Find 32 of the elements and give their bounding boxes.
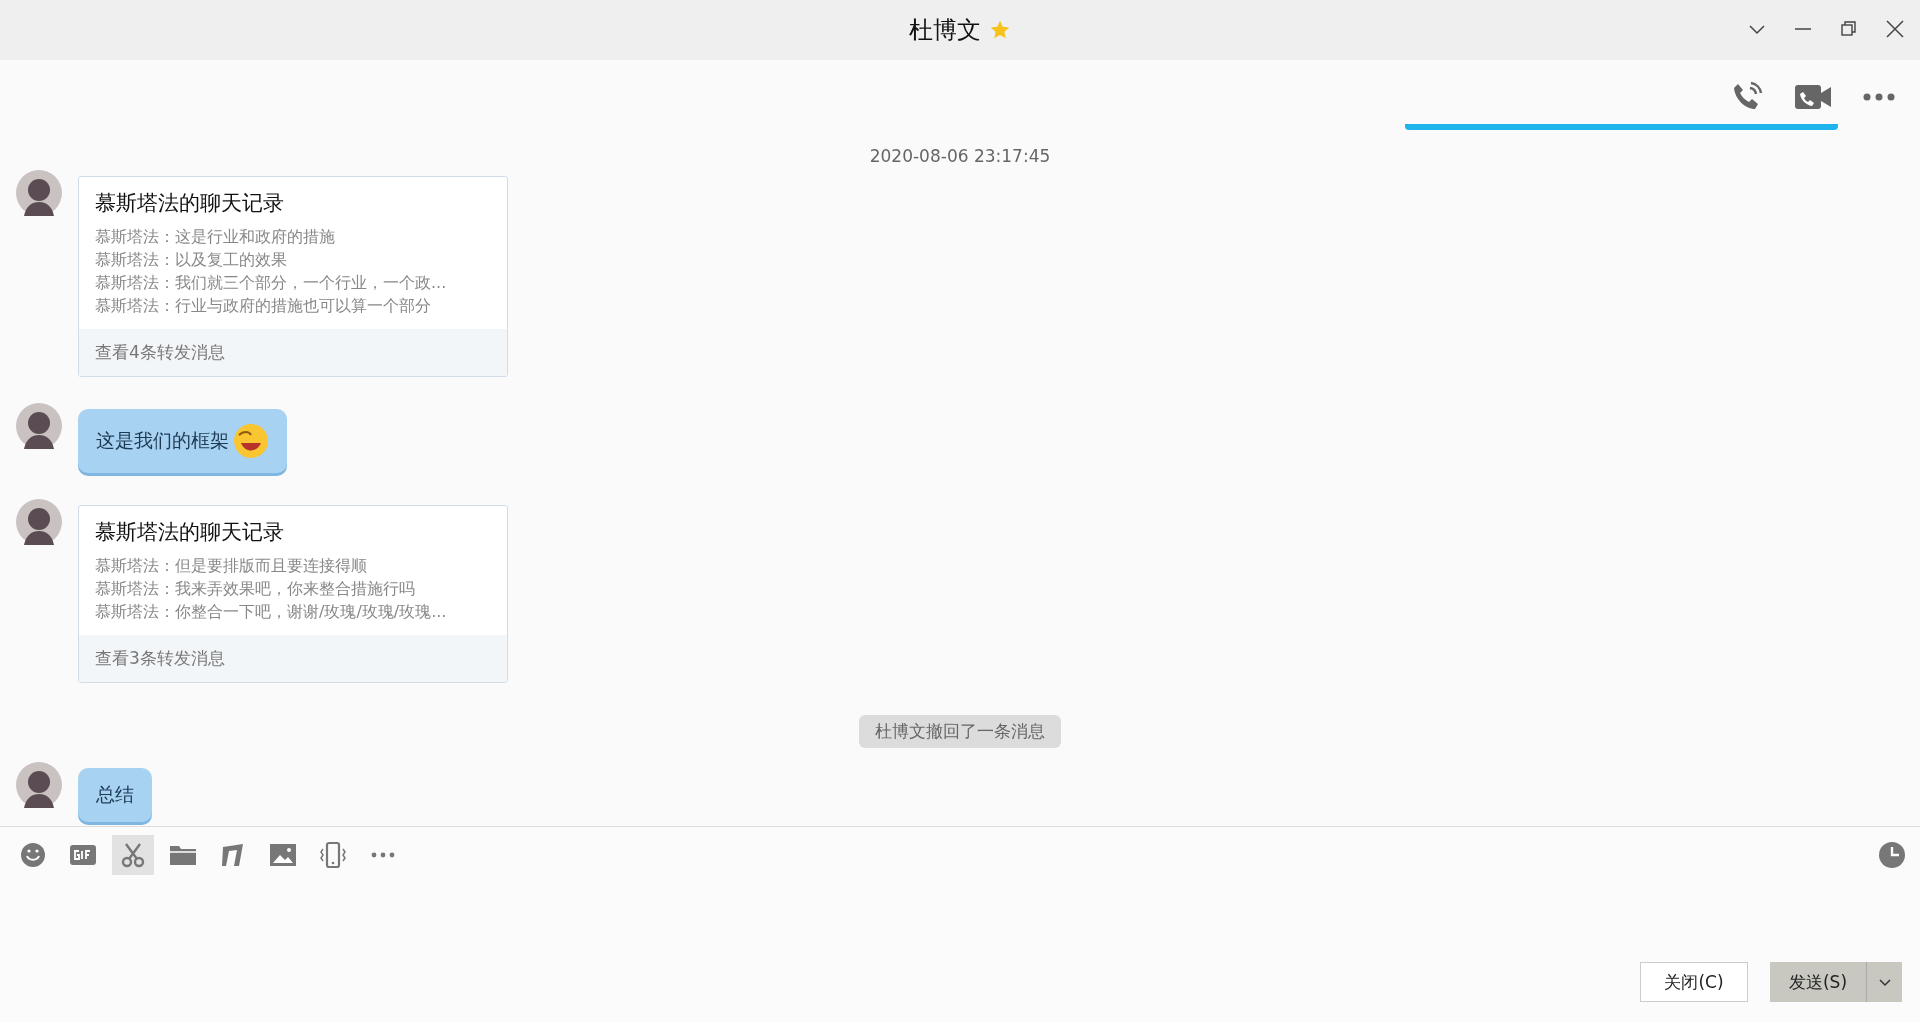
close-icon[interactable] [1886,20,1904,38]
avatar [16,762,62,808]
card-line: 慕斯塔法：但是要排版而且要连接得顺 [95,555,368,577]
laughing-emoji-icon [233,423,269,459]
message-text: 总结 [96,782,134,807]
card-title: 慕斯塔法的聊天记录 [95,190,285,217]
card-line: 慕斯塔法：这是行业和政府的措施 [95,226,336,248]
send-button[interactable]: 发送(S) [1770,962,1866,1002]
recall-notice: 杜博文撤回了一条消息 [859,715,1061,748]
clock-icon[interactable] [1878,841,1906,869]
timestamp: 2020-08-06 23:17:45 [868,146,1052,166]
card-line: 慕斯塔法：你整合一下吧，谢谢/玫瑰/玫瑰/玫瑰... [95,601,448,623]
message-text: 这是我们的框架 [96,428,229,453]
restore-icon[interactable] [1840,20,1858,38]
card-line: 慕斯塔法：以及复工的效果 [95,249,288,271]
avatar [16,170,62,216]
more-icon[interactable] [1862,92,1896,102]
video-camera-icon[interactable] [1794,82,1832,112]
card-title: 慕斯塔法的聊天记录 [95,519,285,546]
forwarded-chat-card[interactable]: 慕斯塔法的聊天记录 慕斯塔法：但是要排版而且要连接得顺 慕斯塔法：我来弄效果吧，你来整合措施行吗 慕斯塔法：你整合一下吧，谢谢/玫瑰/玫瑰/玫瑰... 查看3条转发消息 [78,505,508,683]
window-title: 杜博文 [909,15,981,46]
star-icon [989,19,1011,41]
card-footer: 查看4条转发消息 [79,329,507,376]
avatar [16,403,62,449]
scissors-icon[interactable] [112,835,154,875]
card-footer: 查看3条转发消息 [79,635,507,682]
close-button[interactable]: 关闭(C) [1640,962,1748,1002]
card-line: 慕斯塔法：我来弄效果吧，你来整合措施行吗 [95,578,416,600]
avatar [16,499,62,545]
forwarded-chat-card[interactable]: 慕斯塔法的聊天记录 慕斯塔法：这是行业和政府的措施 慕斯塔法：以及复工的效果 慕斯塔法：我们就三个部分，一个行业，一个政... 慕斯塔法：行业与政府的措施也可以算一个部分 查看4条转发消息 [78,176,508,377]
card-line: 慕斯塔法：我们就三个部分，一个行业，一个政... [95,272,448,294]
card-line: 慕斯塔法：行业与政府的措施也可以算一个部分 [95,295,432,317]
